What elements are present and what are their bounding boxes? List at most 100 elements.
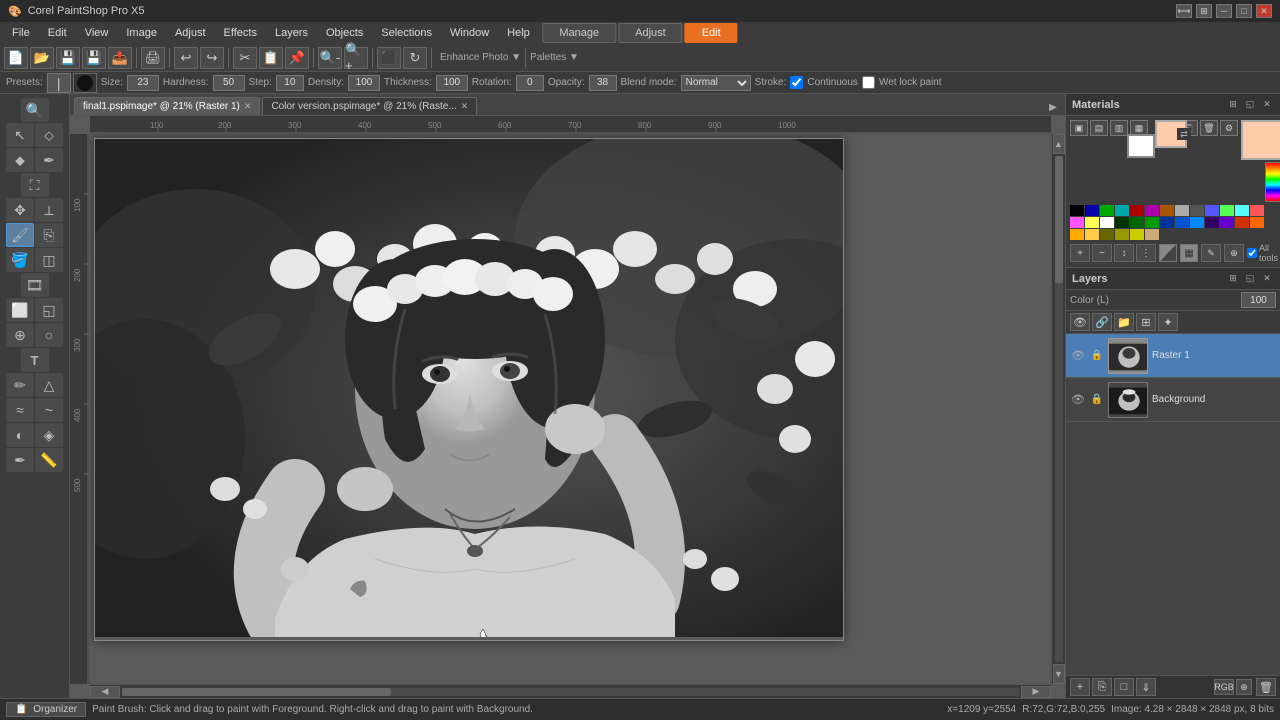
zoom-in-btn[interactable]: 🔍+	[344, 47, 368, 69]
swatch-olive2[interactable]	[1115, 229, 1129, 240]
fill-tool[interactable]: 🪣	[6, 248, 34, 272]
swatch-red[interactable]	[1250, 205, 1264, 216]
menu-view[interactable]: View	[77, 25, 117, 41]
size-input[interactable]	[127, 75, 159, 91]
v-scroll-up[interactable]: ▲	[1053, 134, 1065, 154]
ruler-tool[interactable]: 📏	[35, 448, 63, 472]
pattern-btn[interactable]: ▦	[1180, 244, 1198, 262]
preset-shape-tool[interactable]: △	[35, 373, 63, 397]
swatch-purple[interactable]	[1145, 205, 1159, 216]
hardness-input[interactable]	[213, 75, 245, 91]
swatch-orange[interactable]	[1235, 217, 1249, 228]
wetlock-checkbox[interactable]	[862, 76, 875, 89]
swap-colors-btn[interactable]: ⇄	[1177, 128, 1191, 140]
swatch-violet2[interactable]	[1220, 217, 1234, 228]
background-color[interactable]	[1127, 134, 1155, 158]
menu-edit[interactable]: Edit	[40, 25, 75, 41]
picture-tube-tool[interactable]: 🎞	[21, 273, 49, 297]
swatch-dkgreen[interactable]	[1115, 217, 1129, 228]
maximize-btn[interactable]: □	[1236, 4, 1252, 18]
swatch-cyan[interactable]	[1235, 205, 1249, 216]
step-input[interactable]	[276, 75, 304, 91]
layout-btn[interactable]: ⊞	[1196, 4, 1212, 18]
gradient-tool[interactable]: ◫	[35, 248, 63, 272]
tab-scroll-btn[interactable]: ▶	[1045, 99, 1061, 115]
layers-close-btn[interactable]: ✕	[1260, 272, 1274, 286]
brush-icon[interactable]: |	[47, 73, 71, 93]
pattern-mode-btn[interactable]: ▥	[1110, 120, 1128, 136]
opacity-value-input[interactable]	[1241, 292, 1276, 308]
v-scroll-thumb[interactable]	[1055, 156, 1063, 283]
blemish-tool[interactable]: ○	[35, 323, 63, 347]
h-scroll-left[interactable]: ◀	[90, 686, 120, 698]
delete-layer-btn[interactable]: 🗑	[1256, 678, 1276, 696]
swatch-teal[interactable]	[1115, 205, 1129, 216]
move-tool[interactable]: ✥	[6, 198, 34, 222]
swatch-brown[interactable]	[1160, 205, 1174, 216]
tab-edit[interactable]: Edit	[685, 23, 738, 43]
layer2-lock[interactable]: 🔒	[1090, 393, 1104, 407]
title-bar-controls[interactable]: ⟷ ⊞ ─ □ ✕	[1176, 4, 1272, 18]
h-scroll-thumb[interactable]	[122, 688, 391, 696]
switch-btn[interactable]: ⟷	[1176, 4, 1192, 18]
swatch-green[interactable]	[1100, 205, 1114, 216]
layers-link-btn[interactable]: 🔗	[1092, 313, 1112, 331]
swatch-lime[interactable]	[1220, 205, 1234, 216]
new-btn[interactable]: 📄	[4, 47, 28, 69]
save-btn[interactable]: 💾	[56, 47, 80, 69]
layer2-visibility[interactable]: 👁	[1070, 392, 1086, 408]
paste-btn[interactable]: 📌	[285, 47, 309, 69]
menu-objects[interactable]: Objects	[318, 25, 371, 41]
cut-btn[interactable]: ✂	[233, 47, 257, 69]
print-btn[interactable]: 🖨	[141, 47, 165, 69]
doc-tab-close[interactable]: ✕	[244, 101, 252, 112]
large-color-preview[interactable]	[1241, 120, 1280, 160]
swatch-lime2[interactable]	[1130, 229, 1144, 240]
undo-btn[interactable]: ↩	[174, 47, 198, 69]
move-color-btn[interactable]: ↕	[1114, 244, 1134, 262]
swatch-blue2[interactable]	[1160, 217, 1174, 228]
edit-color-btn[interactable]: ✎	[1201, 244, 1221, 262]
straighten-tool[interactable]: ⟂	[35, 198, 63, 222]
swatch-silver[interactable]	[1175, 205, 1189, 216]
healing-brush-tool[interactable]: ⊕	[6, 323, 34, 347]
v-scroll-down[interactable]: ▼	[1053, 664, 1065, 684]
save-as-btn[interactable]: 💾	[82, 47, 106, 69]
pen-tool[interactable]: ✏	[6, 373, 34, 397]
eraser-tool[interactable]: ⬜	[6, 298, 34, 322]
swatch-yellow[interactable]	[1085, 217, 1099, 228]
layer-item-background[interactable]: 👁 🔒 Background	[1066, 378, 1280, 422]
zoom-out-btn[interactable]: 🔍-	[318, 47, 342, 69]
swatch-black[interactable]	[1070, 205, 1084, 216]
color-wheel-strip[interactable]	[1265, 162, 1280, 202]
layers-float-btn[interactable]: ◱	[1243, 272, 1257, 286]
gradient-mode-btn[interactable]: ▤	[1090, 120, 1108, 136]
layers-rgb-btn[interactable]: RGB	[1214, 679, 1234, 695]
layers-restore-btn[interactable]: ⊞	[1226, 272, 1240, 286]
enhance-photo-btn[interactable]: Enhance Photo ▼	[440, 52, 521, 63]
opacity-input[interactable]	[589, 75, 617, 91]
more-color-btn[interactable]: ⊕	[1224, 244, 1244, 262]
swatch-green3[interactable]	[1145, 217, 1159, 228]
redo-btn[interactable]: ↪	[200, 47, 224, 69]
layers-blend-btn[interactable]: ⊞	[1136, 313, 1156, 331]
open-btn[interactable]: 📂	[30, 47, 54, 69]
share-btn[interactable]: 📤	[108, 47, 132, 69]
swatch-navy[interactable]	[1085, 205, 1099, 216]
rotate-btn[interactable]: ↻	[403, 47, 427, 69]
tab-manage[interactable]: Manage	[542, 23, 616, 43]
materials-float-btn[interactable]: ◱	[1243, 98, 1257, 112]
menu-effects[interactable]: Effects	[216, 25, 265, 41]
swatch-green2[interactable]	[1130, 217, 1144, 228]
swatch-white[interactable]	[1100, 217, 1114, 228]
organizer-tab[interactable]: 📋 Organizer	[6, 702, 86, 717]
group-layer-btn[interactable]: □	[1114, 678, 1134, 696]
swatch-dgray[interactable]	[1190, 205, 1204, 216]
doc-tab-final1[interactable]: final1.pspimage* @ 21% (Raster 1) ✕	[74, 97, 260, 115]
transparency-btn[interactable]	[1159, 244, 1177, 262]
doc-tab-color[interactable]: Color version.pspimage* @ 21% (Raste... …	[262, 97, 477, 115]
new-layer-btn[interactable]: +	[1070, 678, 1090, 696]
swatch-blue4[interactable]	[1190, 217, 1204, 228]
color-mode-btn[interactable]: ▣	[1070, 120, 1088, 136]
swatch-tan[interactable]	[1145, 229, 1159, 240]
